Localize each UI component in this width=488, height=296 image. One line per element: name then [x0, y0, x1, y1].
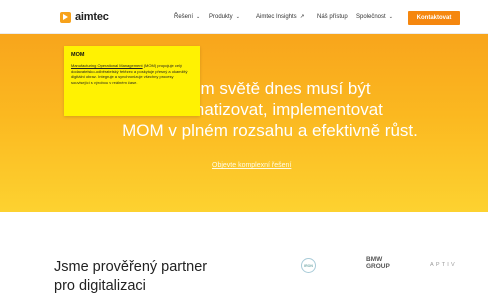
headline-line: MOM v plném rozsahu a efektivně růst. — [122, 121, 418, 140]
partners-heading-line: pro digitalizaci — [54, 278, 146, 294]
partner-logo-aptiv: APTIV — [430, 262, 457, 268]
solutions-link[interactable]: Objevte komplexní řešení — [212, 162, 291, 169]
nav-item-label: Řešení — [174, 14, 194, 20]
nav-item-spolecnost[interactable]: Společnost ⌄ — [356, 14, 393, 20]
partners-heading-line: Jsme prověřený partner — [54, 259, 208, 275]
bmw-logo-text: BMW — [366, 256, 383, 263]
partner-logo-iron: IRON — [301, 258, 316, 273]
bmw-logo-text: GROUP — [366, 263, 390, 270]
hero-section: celém světě dnes musí být automatizovat,… — [0, 34, 488, 212]
chevron-down-icon: ⌄ — [388, 14, 393, 20]
nav-item-label: Náš přístup — [317, 14, 348, 20]
nav-item-nas-pristup[interactable]: Náš přístup — [317, 14, 348, 20]
tooltip-title: MOM — [71, 52, 85, 58]
chevron-down-icon: ⌄ — [235, 14, 240, 20]
nav-item-aimtec-insights[interactable]: Aimtec Insights ↗ — [256, 14, 304, 20]
chevron-down-icon: ⌄ — [196, 14, 201, 20]
tooltip-term: Manufacturing Operational Management — [71, 63, 143, 68]
nav-item-label: Produkty — [209, 14, 233, 20]
nav-item-produkty[interactable]: Produkty ⌄ — [209, 14, 240, 20]
nav-item-label: Společnost — [356, 14, 386, 20]
nav-item-label: Aimtec Insights — [256, 14, 297, 20]
contact-button[interactable]: Kontaktovat — [408, 11, 460, 25]
tooltip-body: Manufacturing Operational Management (MO… — [71, 63, 193, 85]
nav-item-reseni[interactable]: Řešení ⌄ — [174, 14, 200, 20]
tooltip-abbr: (MOM) — [142, 63, 157, 68]
partner-logo-bmw-group: BMW GROUP — [366, 256, 390, 270]
mom-tooltip: MOM Manufacturing Operational Management… — [64, 46, 200, 116]
top-navigation: aimtec Řešení ⌄ Produkty ⌄ Aimtec Insigh… — [0, 0, 488, 34]
partners-heading: Jsme prověřený partner pro digitalizaci — [54, 258, 207, 296]
external-link-icon: ↗ — [299, 14, 305, 20]
